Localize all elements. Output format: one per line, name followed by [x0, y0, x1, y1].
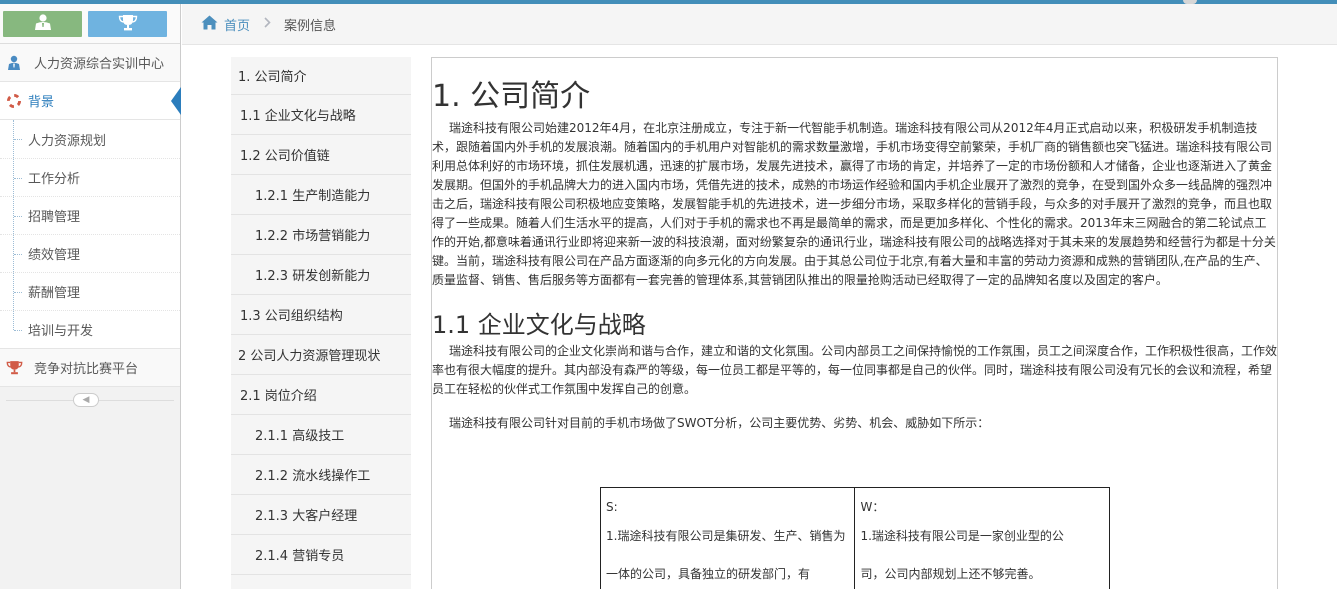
toc-item[interactable]: 1. 公司简介 — [231, 57, 411, 95]
breadcrumb: 首页 案例信息 — [182, 4, 1337, 45]
toc-item[interactable]: 1.2 公司价值链 — [231, 135, 411, 175]
nav-training-center[interactable]: 人力资源综合实训中心 — [0, 44, 180, 82]
chevron-right-icon — [264, 16, 271, 32]
swot-table: S: 1.瑞途科技有限公司是集研发、生产、销售为一体的公司，具备独立的研发部门，… — [599, 487, 1110, 589]
company-intro-paragraph: 瑞途科技有限公司始建2012年4月，在北京注册成立，专注于新一代智能手机制造。瑞… — [432, 121, 1276, 287]
case-document: 1. 公司简介 瑞途科技有限公司始建2012年4月，在北京注册成立，专注于新一代… — [431, 57, 1278, 589]
toc-item[interactable]: 1.2.1 生产制造能力 — [231, 175, 411, 215]
document-heading-1: 1. 公司简介 — [432, 79, 591, 114]
toc-item[interactable]: 1.3 公司组织结构 — [231, 295, 411, 335]
document-heading-2: 1.1 企业文化与战略 — [432, 311, 646, 339]
sidebar-collapse-button[interactable]: ◀ — [73, 393, 99, 407]
submenu-item-training[interactable]: 培训与开发 — [0, 310, 180, 348]
nav-background[interactable]: 背景 — [0, 82, 181, 120]
submenu-item-hr-planning[interactable]: 人力资源规划 — [0, 120, 180, 158]
nav-competition-label: 竞争对抗比赛平台 — [34, 362, 139, 377]
swot-weaknesses-cell: W： 1.瑞途科技有限公司是一家创业型的公司，公司内部规划上还不够完善。 — [854, 487, 1110, 589]
background-submenu: 人力资源规划 工作分析 招聘管理 绩效管理 薪酬管理 培训与开发 — [0, 120, 180, 349]
submenu-item-compensation[interactable]: 薪酬管理 — [0, 272, 180, 310]
culture-paragraph: 瑞途科技有限公司的企业文化崇尚和谐与合作，建立和谐的文化氛围。公司内部员工之间保… — [432, 344, 1278, 396]
swot-weaknesses-text: 1.瑞途科技有限公司是一家创业型的公司，公司内部规划上还不够完善。 — [860, 529, 1064, 581]
nav-competition-platform[interactable]: 竞争对抗比赛平台 — [0, 349, 180, 387]
toc-item[interactable]: 1.2.2 市场营销能力 — [231, 215, 411, 255]
toc-item[interactable]: 2.1.4 营销专员 — [231, 535, 411, 575]
toc-item[interactable]: 2.1.1 高级技工 — [231, 415, 411, 455]
home-icon — [201, 15, 218, 34]
lifebuoy-icon — [2, 82, 26, 120]
submenu-item-recruitment[interactable]: 招聘管理 — [0, 196, 180, 234]
submenu-item-performance[interactable]: 绩效管理 — [0, 234, 180, 272]
swot-weaknesses-heading: W： — [860, 500, 885, 514]
toc-item[interactable]: 2 公司人力资源管理现状 — [231, 335, 411, 375]
sidebar-collapse-row: ◀ — [0, 387, 180, 415]
sidebar: 人力资源综合实训中心 背景 人力资源规划 工作分析 招聘管理 绩效管理 薪酬管理… — [0, 4, 181, 589]
toc-item[interactable]: 2.1.2 流水线操作工 — [231, 455, 411, 495]
breadcrumb-home-link[interactable]: 首页 — [201, 15, 250, 34]
swot-strengths-text: 1.瑞途科技有限公司是集研发、生产、销售为一体的公司，具备独立的研发部门，有 — [606, 529, 846, 581]
trophy-icon — [2, 349, 26, 387]
table-of-contents: 1. 公司简介 1.1 企业文化与战略 1.2 公司价值链 1.2.1 生产制造… — [231, 57, 411, 589]
trophy-shortcut-button[interactable] — [88, 11, 167, 37]
toc-item[interactable]: 2.1 岗位介绍 — [231, 375, 411, 415]
user-icon — [34, 14, 52, 34]
breadcrumb-current: 案例信息 — [284, 18, 337, 34]
user-shortcut-button[interactable] — [3, 11, 82, 37]
toc-item[interactable]: 2.1.3 大客户经理 — [231, 495, 411, 535]
trophy-icon — [118, 14, 138, 35]
submenu-item-job-analysis[interactable]: 工作分析 — [0, 158, 180, 196]
toc-item[interactable]: 1.1 企业文化与战略 — [231, 95, 411, 135]
swot-strengths-heading: S: — [606, 500, 618, 514]
swot-strengths-cell: S: 1.瑞途科技有限公司是集研发、生产、销售为一体的公司，具备独立的研发部门，… — [599, 487, 856, 589]
sidebar-shortcuts — [0, 4, 180, 44]
toc-item[interactable]: 1.2.3 研发创新能力 — [231, 255, 411, 295]
breadcrumb-home-label: 首页 — [224, 18, 251, 34]
nav-background-label: 背景 — [28, 95, 55, 110]
users-icon — [2, 44, 26, 82]
chevron-left-icon: ◀ — [82, 394, 90, 405]
swot-intro-paragraph: 瑞途科技有限公司针对目前的手机市场做了SWOT分析，公司主要优势、劣势、机会、威… — [449, 416, 990, 430]
nav-training-center-label: 人力资源综合实训中心 — [34, 57, 165, 72]
